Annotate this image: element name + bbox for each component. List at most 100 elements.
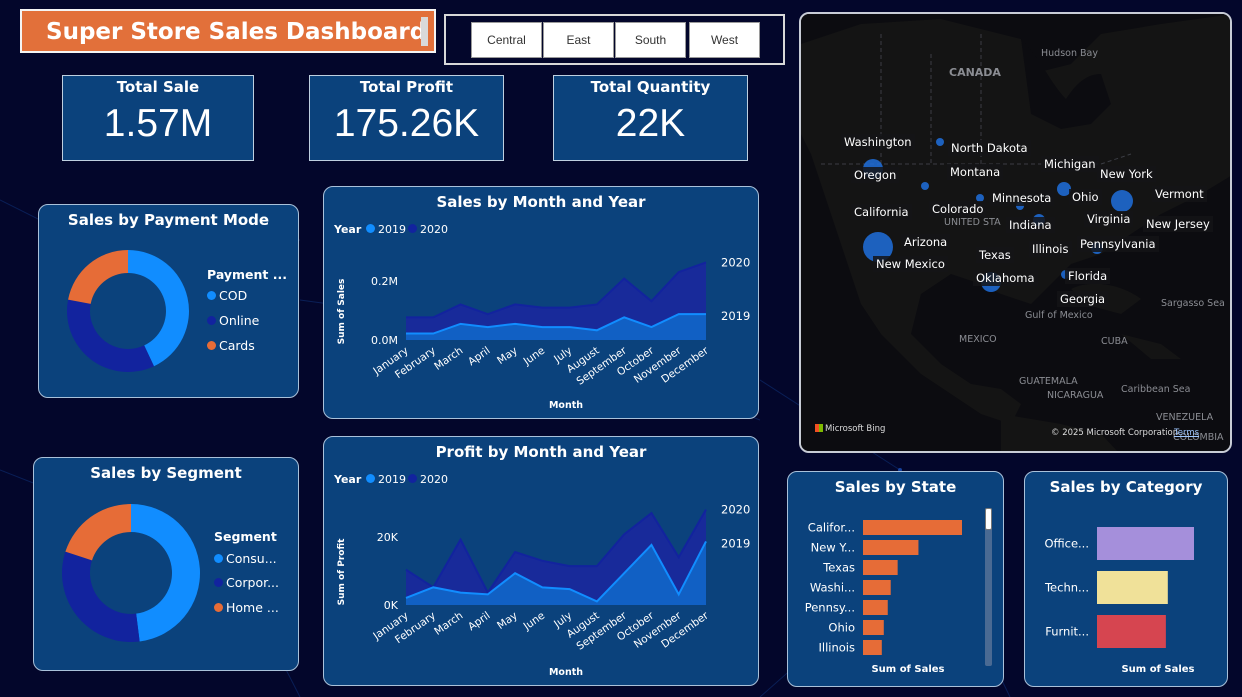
legend-item-home-office[interactable]: Home ... <box>214 600 279 615</box>
map-label-oregon: Oregon <box>851 167 900 183</box>
legend-label: Corpor... <box>226 575 280 590</box>
segment-card[interactable]: Sales by Segment Segment Consu... Corpor… <box>33 457 299 671</box>
bing-logo: Microsoft Bing <box>815 424 885 434</box>
legend-item-consumer[interactable]: Consu... <box>214 551 277 566</box>
legend-label: COD <box>219 288 248 303</box>
kpi-value: 22K <box>615 102 686 145</box>
bar-ohio[interactable] <box>863 620 884 635</box>
donut-slice-corpor[interactable] <box>61 551 140 642</box>
legend-item-cod[interactable]: COD <box>207 288 247 303</box>
bar-illinois[interactable] <box>863 640 882 655</box>
map-geo-label: Hudson Bay <box>1041 48 1098 59</box>
map-bubble[interactable] <box>936 138 944 146</box>
bar-furnit[interactable] <box>1097 615 1166 648</box>
slicer-button-south[interactable]: South <box>615 22 686 58</box>
kpi-card-total-quantity[interactable]: Total Quantity 22K <box>553 75 748 161</box>
x-axis-label: Month <box>549 667 583 678</box>
y-tick-label: 0K <box>384 599 399 612</box>
slicer-button-east[interactable]: East <box>543 22 614 58</box>
legend-item-cards[interactable]: Cards <box>207 338 255 353</box>
bar-techn[interactable] <box>1097 571 1168 604</box>
map-label-illinois: Illinois <box>1029 241 1072 257</box>
x-tick-label: April <box>466 345 493 369</box>
map-label-new-york: New York <box>1097 166 1156 182</box>
kpi-label: Total Sale <box>116 78 200 96</box>
series-end-label: 2020 <box>721 503 750 517</box>
bar-category-label: Ohio <box>828 621 855 635</box>
map-geo-label: CANADA <box>949 66 1001 79</box>
map-terms-link[interactable]: Terms <box>1174 428 1199 438</box>
map-label-vermont: Vermont <box>1152 186 1207 202</box>
kpi-card-total-profit[interactable]: Total Profit 175.26K <box>309 75 504 161</box>
state-bar-chart: Califor... New Y... Texas Washi... Pennsy...… <box>805 520 962 655</box>
x-tick-label: March <box>432 345 465 373</box>
bar-category-label: Office... <box>1044 537 1089 551</box>
map-bubble[interactable] <box>1111 190 1133 212</box>
map-geo-label: Sargasso Sea <box>1161 298 1225 309</box>
map-label-indiana: Indiana <box>1006 217 1055 233</box>
kpi-value: 1.57M <box>103 102 213 145</box>
legend-item-corporate[interactable]: Corpor... <box>214 575 279 590</box>
legend-dot <box>214 578 223 587</box>
bar-category-label: Pennsy... <box>805 601 855 615</box>
legend-dot <box>207 316 216 325</box>
x-tick-label: May <box>495 610 520 632</box>
bar-pennsy[interactable] <box>863 600 888 615</box>
map-label-montana: Montana <box>947 164 1004 180</box>
map-label-colorado: Colorado <box>929 201 987 217</box>
profit-by-month-card[interactable]: Profit by Month and Year Year 2019 2020 … <box>323 436 759 686</box>
state-x-axis-label: Sum of Sales <box>871 664 945 675</box>
sales-by-month-card[interactable]: Sales by Month and Year Year 2019 2020 0… <box>323 186 759 419</box>
donut-slice-online[interactable] <box>67 299 154 372</box>
map-label-new-jersey: New Jersey <box>1143 216 1213 232</box>
slicer-button-central[interactable]: Central <box>471 22 542 58</box>
state-scrollbar-track[interactable] <box>985 508 992 666</box>
legend-item-online[interactable]: Online <box>207 313 259 328</box>
map-label-texas: Texas <box>976 247 1014 263</box>
y-tick-label: 0.0M <box>371 334 398 347</box>
bar-newy[interactable] <box>863 540 919 555</box>
bar-office[interactable] <box>1097 527 1194 560</box>
bar-washi[interactable] <box>863 580 891 595</box>
legend-label: Consu... <box>226 551 277 566</box>
map-bubble[interactable] <box>921 182 929 190</box>
dashboard-title-banner: Super Store Sales Dashboard <box>20 9 436 53</box>
sales-map[interactable]: Hudson Bay CANADA UNITED STA Gulf of Mex… <box>799 12 1232 453</box>
series-end-label: 2020 <box>721 255 750 269</box>
x-tick-label: March <box>432 610 465 638</box>
donut-slice-home[interactable] <box>65 504 131 561</box>
map-copyright: © 2025 Microsoft Corporation <box>1051 428 1179 438</box>
payment-mode-card[interactable]: Sales by Payment Mode Payment ... COD On… <box>38 204 299 398</box>
kpi-card-total-sale[interactable]: Total Sale 1.57M <box>62 75 254 161</box>
map-geo-label: Gulf of Mexico <box>1025 310 1093 321</box>
microsoft-logo-icon <box>815 424 823 432</box>
map-label-pennsylvania: Pennsylvania <box>1077 236 1159 252</box>
bar-category-label: New Y... <box>811 541 855 555</box>
dashboard-title: Super Store Sales Dashboard <box>46 19 427 45</box>
bar-califor[interactable] <box>863 520 962 535</box>
legend-dot <box>214 554 223 563</box>
segment-legend-title: Segment <box>214 529 277 544</box>
title-accent-bar <box>421 17 428 46</box>
slicer-button-west[interactable]: West <box>689 22 760 58</box>
profit-area-chart: 20K0KSum of Profit20202019JanuaryFebruar… <box>337 503 750 678</box>
bar-category-label: Furnit... <box>1045 625 1089 639</box>
bar-category-label: Califor... <box>808 521 855 535</box>
x-tick-label: June <box>521 345 547 369</box>
bar-category-label: Washi... <box>810 581 855 595</box>
donut-slice-cards[interactable] <box>68 250 128 304</box>
map-geo-label: GUATEMALA <box>1019 376 1078 387</box>
map-label-florida: Florida <box>1065 268 1111 284</box>
map-label-ohio: Ohio <box>1069 189 1102 205</box>
y-tick-label: 0.2M <box>371 275 398 288</box>
bar-texas[interactable] <box>863 560 898 575</box>
bar-category-label: Texas <box>822 561 855 575</box>
state-scrollbar-thumb[interactable] <box>985 508 992 530</box>
sales-by-category-card[interactable]: Sales by Category Office... Techn... Furni… <box>1024 471 1228 687</box>
kpi-label: Total Quantity <box>590 78 711 96</box>
donut-slice-consu[interactable] <box>131 504 201 642</box>
bar-category-label: Illinois <box>819 641 856 655</box>
legend-dot <box>207 341 216 350</box>
sales-by-state-card[interactable]: Sales by State Califor... New Y... Texas Wa… <box>787 471 1004 687</box>
sales-area-chart: 0.2M0.0MSum of Sales20202019JanuaryFebru… <box>337 255 750 411</box>
